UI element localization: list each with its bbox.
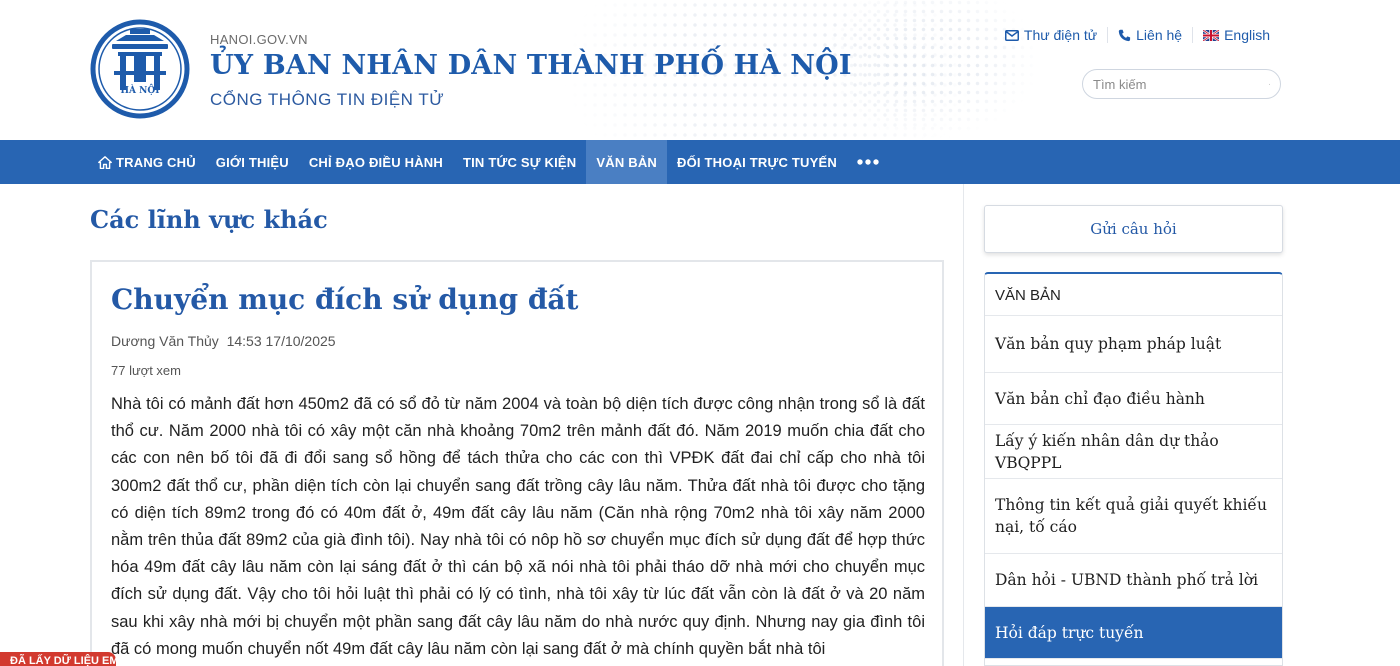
column-divider <box>963 184 964 666</box>
envelope-icon <box>1004 29 1019 41</box>
documents-panel-heading: VĂN BẢN <box>985 274 1282 316</box>
sidebar-item-directive-documents[interactable]: Văn bản chỉ đạo điều hành <box>985 373 1282 425</box>
nav-home-label: TRANG CHỦ <box>116 154 196 170</box>
article-author: Dương Văn Thủy <box>111 333 219 349</box>
sidebar-item-draft-opinions[interactable]: Lấy ý kiến nhân dân dự thảo VBQPPL <box>985 425 1282 479</box>
documents-panel: VĂN BẢN Văn bản quy phạm pháp luật Văn b… <box>984 272 1283 666</box>
nav-documents[interactable]: VĂN BẢN <box>586 140 667 184</box>
article-views: 77 lượt xem <box>111 363 181 378</box>
emo-status-badge: ĐÃ LẤY DỮ LIỆU EMO <box>0 652 116 666</box>
article-meta: Dương Văn Thủy 14:53 17/10/2025 <box>111 333 336 349</box>
nav-home[interactable]: TRANG CHỦ <box>90 140 206 184</box>
nav-about[interactable]: GIỚI THIỆU <box>206 140 299 184</box>
nav-more[interactable] <box>847 140 889 184</box>
nav-news[interactable]: TIN TỨC SỰ KIỆN <box>453 140 586 184</box>
contact-link[interactable]: Liên hệ <box>1107 27 1192 43</box>
email-link[interactable]: Thư điện tử <box>995 27 1107 43</box>
uk-flag-icon <box>1203 29 1220 41</box>
article-title: Chuyển mục đích sử dụng đất <box>111 283 579 316</box>
top-links: Thư điện tử Liên hệ English <box>995 20 1280 50</box>
logo-text: HÀ NỘI <box>121 84 160 96</box>
nav-direction[interactable]: CHỈ ĐẠO ĐIỀU HÀNH <box>299 140 453 184</box>
english-link-label: English <box>1224 27 1270 43</box>
site-header: HÀ NỘI HANOI.GOV.VN ỦY BAN NHÂN DÂN THÀN… <box>0 0 1400 140</box>
site-title[interactable]: ỦY BAN NHÂN DÂN THÀNH PHỐ HÀ NỘI <box>210 50 852 81</box>
section-title[interactable]: Các lĩnh vực khác <box>90 205 328 234</box>
search-icon[interactable] <box>1269 77 1270 92</box>
home-icon <box>98 155 112 169</box>
more-dots-icon <box>857 159 879 165</box>
article-card: Chuyển mục đích sử dụng đất Dương Văn Th… <box>90 260 944 666</box>
search-box <box>1082 69 1281 99</box>
sidebar-item-complaint-results[interactable]: Thông tin kết quả giải quyết khiếu nại, … <box>985 479 1282 554</box>
sidebar-item-citizen-questions[interactable]: Dân hỏi - UBND thành phố trả lời <box>985 554 1282 607</box>
site-domain: HANOI.GOV.VN <box>210 32 308 47</box>
ask-question-button[interactable]: Gửi câu hỏi <box>984 205 1283 253</box>
sidebar-item-online-qa[interactable]: Hỏi đáp trực tuyến <box>985 607 1282 659</box>
search-input[interactable] <box>1093 76 1269 92</box>
contact-link-label: Liên hệ <box>1136 27 1183 43</box>
hanoi-logo[interactable]: HÀ NỘI <box>90 19 190 119</box>
article-body: Nhà tôi có mảnh đất hơn 450m2 đã có sổ đ… <box>111 395 925 658</box>
article-datetime: 14:53 17/10/2025 <box>226 333 336 349</box>
phone-icon <box>1118 29 1131 41</box>
english-link[interactable]: English <box>1192 27 1280 43</box>
main-nav: TRANG CHỦ GIỚI THIỆU CHỈ ĐẠO ĐIỀU HÀNH T… <box>0 140 1400 184</box>
email-link-label: Thư điện tử <box>1023 27 1098 43</box>
site-subtitle: CỔNG THÔNG TIN ĐIỆN TỬ <box>210 90 445 109</box>
sidebar-item-legal-documents[interactable]: Văn bản quy phạm pháp luật <box>985 316 1282 373</box>
nav-online-dialogue[interactable]: ĐỐI THOẠI TRỰC TUYẾN <box>667 140 847 184</box>
